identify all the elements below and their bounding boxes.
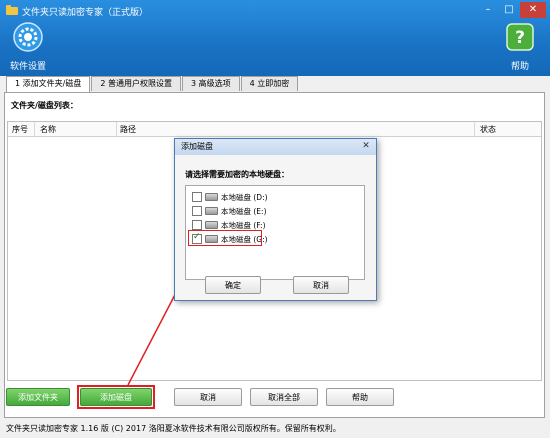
cancel-button[interactable]: 取消 (174, 388, 242, 406)
maximize-button[interactable]: □ (499, 2, 519, 18)
help-button[interactable]: 帮助 (326, 388, 394, 406)
dialog-title-bar: 添加磁盘 ✕ (175, 139, 376, 155)
disk-d-label: 本地磁盘 (D:) (221, 192, 268, 202)
dialog-title: 添加磁盘 (181, 142, 213, 151)
list-label: 文件夹/磁盘列表： (11, 101, 78, 110)
disk-drive-icon (205, 193, 218, 201)
window-controls: – □ ✕ (478, 2, 546, 18)
tab-add-folder-disk[interactable]: 1 添加文件夹/磁盘 (6, 76, 91, 92)
list-header: 序号 名称 路径 状态 (8, 122, 541, 137)
disk-drive-icon (205, 221, 218, 229)
status-bar: 文件夹只读加密专家 1.16 版 (C) 2017 洛阳夏冰软件技术有限公司版权… (6, 424, 341, 433)
dialog-prompt: 请选择需要加密的本地硬盘： (185, 170, 289, 179)
add-folder-button[interactable]: 添加文件夹 (6, 388, 70, 406)
disk-e-label: 本地磁盘 (E:) (221, 206, 267, 216)
tab-user-permissions[interactable]: 2 普通用户权限设置 (91, 76, 181, 91)
column-index: 序号 (12, 125, 28, 134)
tab-strip: 1 添加文件夹/磁盘 2 普通用户权限设置 3 高级选项 4 立即加密 (6, 76, 299, 92)
svg-text:?: ? (515, 28, 525, 48)
close-button[interactable]: ✕ (520, 2, 546, 18)
settings-button[interactable]: 软件设置 (10, 22, 46, 72)
window-title: 文件夹只读加密专家（正式版） (22, 8, 149, 18)
dialog-close-icon[interactable]: ✕ (359, 140, 373, 153)
add-disk-dialog: 添加磁盘 ✕ 请选择需要加密的本地硬盘： 本地磁盘 (D:) 本地磁盘 (E:)… (174, 138, 377, 301)
dialog-ok-button[interactable]: 确定 (205, 276, 261, 294)
help-label: 帮助 (510, 62, 529, 72)
dialog-cancel-button[interactable]: 取消 (293, 276, 349, 294)
column-name: 名称 (40, 125, 56, 134)
cancel-all-button[interactable]: 取消全部 (250, 388, 318, 406)
disk-f-label: 本地磁盘 (F:) (221, 220, 266, 230)
title-bar: 文件夹只读加密专家（正式版） – □ ✕ 软件设置 ? 帮助 (0, 0, 550, 76)
column-path: 路径 (120, 125, 136, 134)
settings-label: 软件设置 (10, 62, 47, 72)
disk-tree[interactable]: 本地磁盘 (D:) 本地磁盘 (E:) 本地磁盘 (F:) 本地磁盘 (G:) (185, 185, 365, 280)
dialog-body: 请选择需要加密的本地硬盘： 本地磁盘 (D:) 本地磁盘 (E:) 本地磁盘 (… (175, 155, 376, 300)
help-toolbar-button[interactable]: ? 帮助 (502, 22, 538, 72)
add-disk-highlight (77, 385, 155, 409)
column-status: 状态 (480, 125, 496, 134)
gear-icon (13, 22, 43, 52)
disk-drive-icon (205, 207, 218, 215)
disk-d-checkbox[interactable] (192, 192, 202, 202)
disk-e-checkbox[interactable] (192, 206, 202, 216)
disk-item-e[interactable]: 本地磁盘 (E:) (192, 205, 267, 217)
disk-f-checkbox[interactable] (192, 220, 202, 230)
minimize-button[interactable]: – (478, 2, 498, 18)
tab-advanced-options[interactable]: 3 高级选项 (181, 76, 240, 91)
question-icon: ? (506, 23, 534, 51)
disk-g-highlight (188, 230, 262, 246)
tab-encrypt-now[interactable]: 4 立即加密 (240, 76, 299, 91)
disk-item-d[interactable]: 本地磁盘 (D:) (192, 191, 268, 203)
app-icon (6, 5, 18, 15)
